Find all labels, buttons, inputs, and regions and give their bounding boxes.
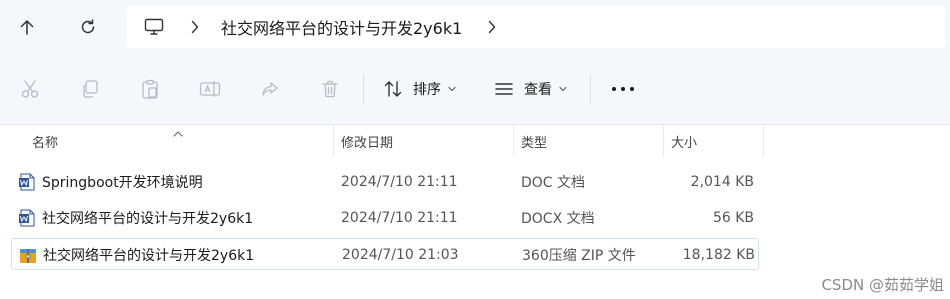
column-header-name[interactable]: 名称 — [32, 125, 58, 157]
cut-icon[interactable] — [19, 78, 41, 100]
toolbar-divider — [590, 74, 591, 104]
file-name: 社交网络平台的设计与开发2y6k1 — [43, 248, 255, 264]
address-row: 社交网络平台的设计与开发2y6k1 — [0, 0, 950, 54]
file-row[interactable]: Springboot开发环境说明 2024/7/10 21:11 DOC 文档 … — [12, 166, 758, 198]
word-doc-icon — [18, 173, 36, 191]
file-modified: 2024/7/10 21:03 — [342, 247, 459, 263]
up-arrow-icon[interactable] — [9, 9, 45, 45]
view-button[interactable]: 查看 — [494, 76, 567, 102]
column-header-size[interactable]: 大小 — [671, 125, 697, 157]
zip-archive-icon — [19, 246, 37, 264]
column-divider[interactable] — [663, 125, 664, 157]
file-name: 社交网络平台的设计与开发2y6k1 — [42, 211, 254, 227]
file-name: Springboot开发环境说明 — [42, 175, 203, 191]
column-divider[interactable] — [333, 125, 334, 157]
sort-ascending-icon — [172, 123, 184, 137]
column-divider[interactable] — [513, 125, 514, 157]
toolbar-divider — [363, 74, 364, 104]
file-type: 360压缩 ZIP 文件 — [522, 248, 636, 264]
copy-icon[interactable] — [79, 78, 101, 100]
sort-icon — [383, 79, 403, 99]
file-type: DOCX 文档 — [521, 211, 595, 227]
breadcrumb-current-folder[interactable]: 社交网络平台的设计与开发2y6k1 — [221, 15, 462, 39]
paste-icon[interactable] — [139, 78, 161, 100]
view-list-icon — [494, 79, 514, 99]
file-size: 18,182 KB — [682, 247, 755, 263]
watermark: CSDN @茹茹学姐 — [821, 276, 944, 294]
rename-icon[interactable] — [199, 78, 221, 100]
this-pc-icon[interactable] — [143, 16, 165, 38]
file-modified: 2024/7/10 21:11 — [341, 210, 458, 226]
sort-button[interactable]: 排序 — [383, 76, 456, 102]
file-size: 56 KB — [712, 210, 754, 226]
more-options-icon[interactable] — [610, 78, 636, 100]
address-bar[interactable]: 社交网络平台的设计与开发2y6k1 — [127, 6, 945, 48]
file-row[interactable]: 社交网络平台的设计与开发2y6k1 2024/7/10 21:03 360压缩 … — [11, 238, 759, 270]
file-type: DOC 文档 — [521, 175, 586, 191]
sort-label: 排序 — [413, 82, 441, 98]
column-header-modified[interactable]: 修改日期 — [341, 125, 393, 157]
column-header-type[interactable]: 类型 — [521, 125, 547, 157]
chevron-right-icon[interactable] — [486, 19, 498, 35]
file-size: 2,014 KB — [690, 174, 754, 190]
share-icon[interactable] — [259, 78, 281, 100]
chevron-down-icon — [448, 86, 456, 92]
chevron-down-icon — [559, 86, 567, 92]
word-docx-icon — [18, 209, 36, 227]
view-label: 查看 — [524, 82, 552, 98]
column-header-row: 名称 修改日期 类型 大小 — [0, 125, 950, 157]
chevron-right-icon[interactable] — [189, 19, 201, 35]
command-bar: 排序 查看 — [0, 54, 950, 125]
refresh-icon[interactable] — [70, 9, 106, 45]
delete-icon[interactable] — [319, 78, 341, 100]
column-divider[interactable] — [763, 125, 764, 157]
file-modified: 2024/7/10 21:11 — [341, 174, 458, 190]
file-row[interactable]: 社交网络平台的设计与开发2y6k1 2024/7/10 21:11 DOCX 文… — [12, 202, 758, 234]
